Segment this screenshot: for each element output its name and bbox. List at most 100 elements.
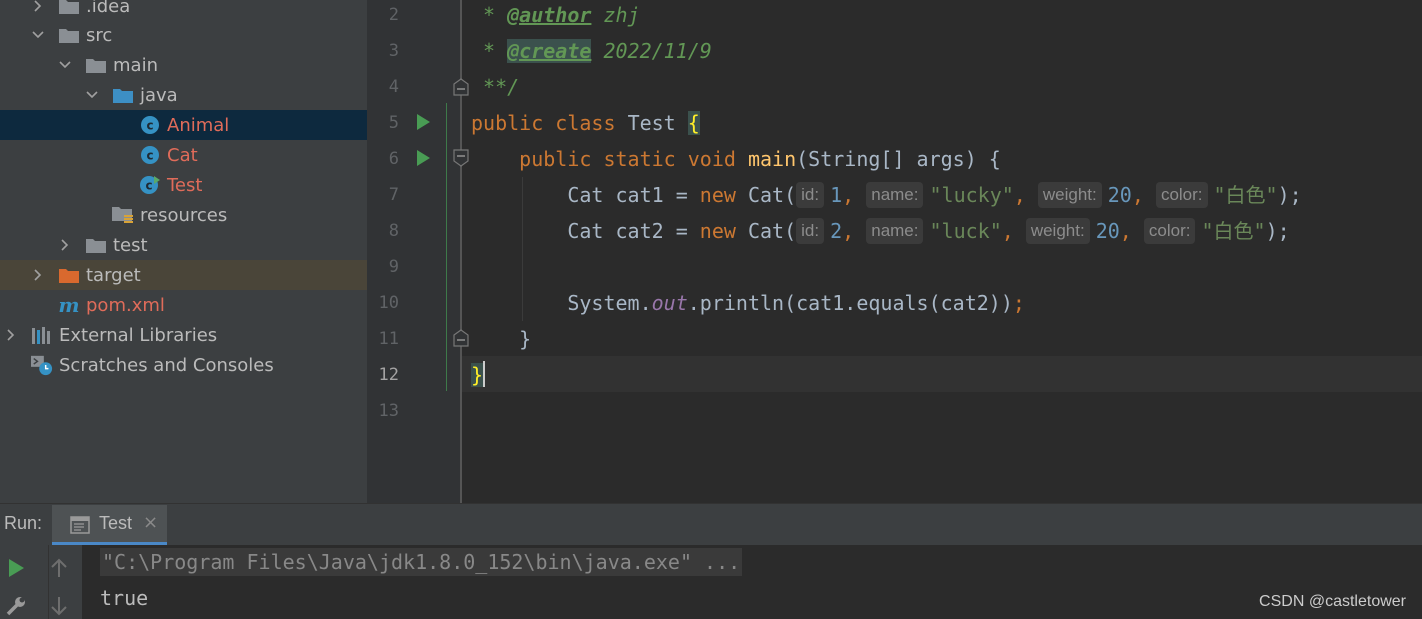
code-text: Cat cat2 = [567,219,700,243]
param-hint-name: name: [866,217,924,244]
tree-item-src[interactable]: src [0,20,367,50]
code-line-12: } [471,357,484,393]
run-gutter-icon[interactable] [415,149,431,167]
tree-item-label: External Libraries [59,324,218,346]
tree-item-idea[interactable]: .idea [0,0,367,21]
tree-item-main[interactable]: main [0,50,367,80]
tree-item-target[interactable]: target [0,260,367,290]
param-hint-color: color: [1143,217,1196,244]
tree-item-scratches[interactable]: Scratches and Consoles [0,350,367,380]
tree-item-label: main [113,54,158,76]
tree-item-label: .idea [86,0,131,17]
static-field: out [651,291,688,315]
run-panel-label: Run: [4,513,43,533]
number-literal: 2 [830,219,843,243]
java-class-icon: c [139,115,161,135]
code-editor[interactable] [462,0,1422,503]
scope-guide [446,103,447,391]
java-class-icon: c [139,145,161,165]
console-icon [70,516,90,534]
line-number: 9 [388,257,399,277]
chevron-right-icon[interactable] [32,0,44,12]
arrow-up-icon[interactable] [47,556,71,580]
line-number: 4 [388,77,399,97]
tree-item-pom[interactable]: m pom.xml [0,290,367,320]
keyword: new [699,183,736,207]
chevron-right-icon[interactable] [59,239,71,251]
line-number: 3 [388,41,399,61]
fold-icon[interactable] [453,78,469,96]
tree-item-cat[interactable]: c Cat [0,140,367,170]
line-number: 10 [378,293,399,313]
code-line-11: } [471,321,531,357]
code-text: ); [1277,183,1302,207]
code-text: Cat( [735,219,797,243]
tree-item-label: java [140,84,178,106]
libraries-icon [31,325,53,345]
semicolon: ; [1012,291,1025,315]
tree-item-external-libraries[interactable]: External Libraries [0,320,367,350]
line-number-current: 12 [378,365,399,385]
param-hint-weight: weight: [1037,181,1102,208]
number-literal: 20 [1107,183,1132,207]
keyword: public [471,111,544,135]
string-literal: "lucky" [929,183,1014,207]
code-line-6: public static void main(String[] args) { [471,141,1001,177]
tree-item-animal[interactable]: c Animal [0,110,367,140]
tree-item-label: Cat [167,144,198,166]
run-tab-label: Test [99,513,133,533]
line-number: 13 [378,401,399,421]
chevron-down-icon[interactable] [59,59,71,71]
chevron-down-icon[interactable] [32,29,44,41]
tree-item-label: Test [167,174,203,196]
svg-text:c: c [145,179,152,193]
svg-text:c: c [146,149,153,163]
wrench-icon[interactable] [4,594,28,618]
close-icon[interactable]: × [143,512,158,533]
run-gutter-icon[interactable] [415,113,431,131]
console-command-line[interactable]: "C:\Program Files\Java\jdk1.8.0_152\bin\… [100,548,743,576]
javadoc-tag: @create [507,39,592,63]
keyword: public static void [519,147,736,171]
number-literal: 1 [830,183,843,207]
excluded-folder-icon [58,265,80,285]
code-line-3: * @create 2022/11/9 [471,33,712,69]
line-number: 7 [388,185,399,205]
chevron-down-icon[interactable] [86,89,98,101]
string-literal: "白色" [1213,183,1278,207]
code-line-10: System.out.println(cat1.equals(cat2)); [471,285,1025,321]
code-text: .println(cat1.equals(cat2)) [687,291,1013,315]
string-literal: "白色" [1201,219,1266,243]
code-text: Cat cat1 = [567,183,700,207]
class-name: Test [627,111,676,135]
tree-item-test-folder[interactable]: test [0,230,367,260]
project-tree: .idea src main java c Animal c Cat c Tes… [0,0,367,503]
param-hint-name: name: [866,181,924,208]
keyword: class [555,111,616,135]
tree-item-java[interactable]: java [0,80,367,110]
keyword: new [699,219,736,243]
line-number: 5 [388,113,399,133]
resources-folder-icon [112,205,134,225]
tree-item-resources[interactable]: resources [0,200,367,230]
javadoc-tag: @author [507,3,592,27]
comment: 2022/11/9 [591,39,712,63]
fold-icon[interactable] [453,149,469,167]
number-literal: 20 [1095,219,1120,243]
method-name: main [747,147,797,171]
folder-icon [58,0,80,16]
source-folder-icon [112,85,134,105]
current-line-highlight [462,356,1422,392]
tree-item-test-class[interactable]: c Test [0,170,367,200]
code-line-2: * @author zhj [471,0,640,33]
chevron-right-icon[interactable] [5,329,17,341]
arrow-down-icon[interactable] [47,594,71,618]
code-line-4: **/ [471,69,519,105]
param-hint-id: id: [796,181,825,208]
tree-item-label: test [113,234,148,256]
chevron-right-icon[interactable] [32,269,44,281]
rerun-icon[interactable] [4,556,28,580]
param-hint-id: id: [796,217,825,244]
watermark: CSDN @castletower [1259,593,1406,610]
fold-icon[interactable] [453,329,469,347]
